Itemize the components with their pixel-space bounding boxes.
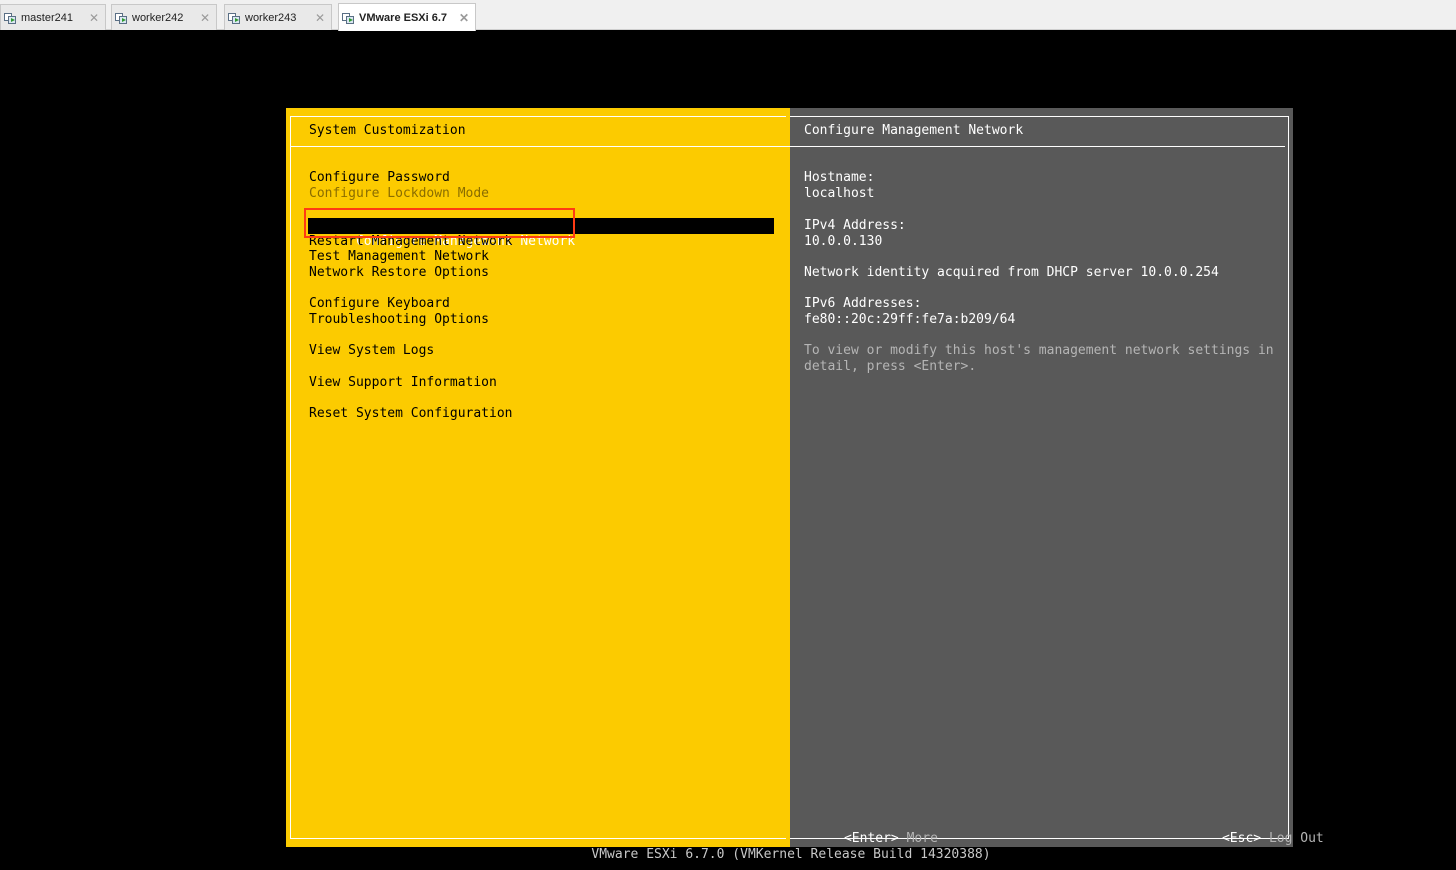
help-text-line-2: detail, press <Enter>.	[804, 359, 977, 374]
vm-tab-bar: master241 ✕ worker242 ✕ worker243 ✕ VMwa…	[0, 0, 1456, 31]
vm-icon	[228, 11, 241, 24]
menu-item-view-system-logs[interactable]: View System Logs	[309, 343, 434, 359]
dhcp-note: Network identity acquired from DHCP serv…	[804, 265, 1219, 280]
hostname-label: Hostname:	[804, 170, 875, 185]
esc-action-label: Log Out	[1268, 830, 1324, 846]
menu-item-network-restore-options[interactable]: Network Restore Options	[309, 265, 489, 281]
menu-item-restart-management-network[interactable]: Restart Management Network	[309, 234, 513, 250]
tab-label: worker242	[132, 11, 184, 24]
menu-item-test-management-network[interactable]: Test Management Network	[309, 249, 489, 265]
menu-item-configure-password[interactable]: Configure Password	[309, 170, 450, 186]
title-divider	[290, 146, 790, 147]
close-icon[interactable]: ✕	[89, 11, 99, 25]
menu-item-configure-lockdown-mode[interactable]: Configure Lockdown Mode	[309, 186, 489, 202]
menu-item-troubleshooting-options[interactable]: Troubleshooting Options	[309, 312, 489, 328]
close-icon[interactable]: ✕	[459, 11, 469, 25]
enter-key-label: <Enter>	[843, 830, 899, 846]
help-text-line-1: To view or modify this host's management…	[804, 343, 1274, 358]
menu-item-configure-keyboard[interactable]: Configure Keyboard	[309, 296, 450, 312]
close-icon[interactable]: ✕	[200, 11, 210, 25]
menu-item-configure-management-network[interactable]: Configure Management Network	[308, 218, 774, 249]
tab-label: worker243	[245, 11, 297, 24]
system-customization-pane: System Customization Configure Password …	[286, 108, 790, 847]
system-customization-title: System Customization	[309, 123, 466, 138]
vm-icon	[115, 11, 128, 24]
tab-master241[interactable]: master241 ✕	[0, 4, 106, 30]
ipv4-label: IPv4 Address:	[804, 218, 906, 233]
ipv6-value: fe80::20c:29ff:fe7a:b209/64	[804, 312, 1016, 327]
tab-label: master241	[21, 11, 73, 24]
ipv6-label: IPv6 Addresses:	[804, 296, 922, 311]
menu-item-reset-system-configuration[interactable]: Reset System Configuration	[309, 406, 513, 422]
vm-icon	[342, 11, 355, 24]
tab-label: VMware ESXi 6.7	[359, 11, 448, 24]
menu-item-view-support-information[interactable]: View Support Information	[309, 375, 497, 391]
esc-key-label: <Esc>	[1221, 830, 1262, 846]
esxi-build-footer: VMware ESXi 6.7.0 (VMKernel Release Buil…	[591, 847, 991, 862]
dcui-console[interactable]: System Customization Configure Password …	[286, 108, 1324, 847]
management-network-info-pane: Configure Management Network Hostname: l…	[790, 108, 1324, 847]
hostname-value: localhost	[804, 186, 875, 201]
title-divider	[790, 146, 1285, 147]
enter-action-label: More	[906, 830, 938, 846]
close-icon[interactable]: ✕	[315, 11, 325, 25]
tab-worker242[interactable]: worker242 ✕	[111, 4, 217, 30]
management-network-title: Configure Management Network	[804, 123, 1024, 138]
tab-worker243[interactable]: worker243 ✕	[224, 4, 332, 30]
ipv4-value: 10.0.0.130	[804, 234, 883, 249]
tab-vmware-esxi[interactable]: VMware ESXi 6.7 ✕	[338, 3, 476, 31]
vm-icon	[4, 11, 17, 24]
